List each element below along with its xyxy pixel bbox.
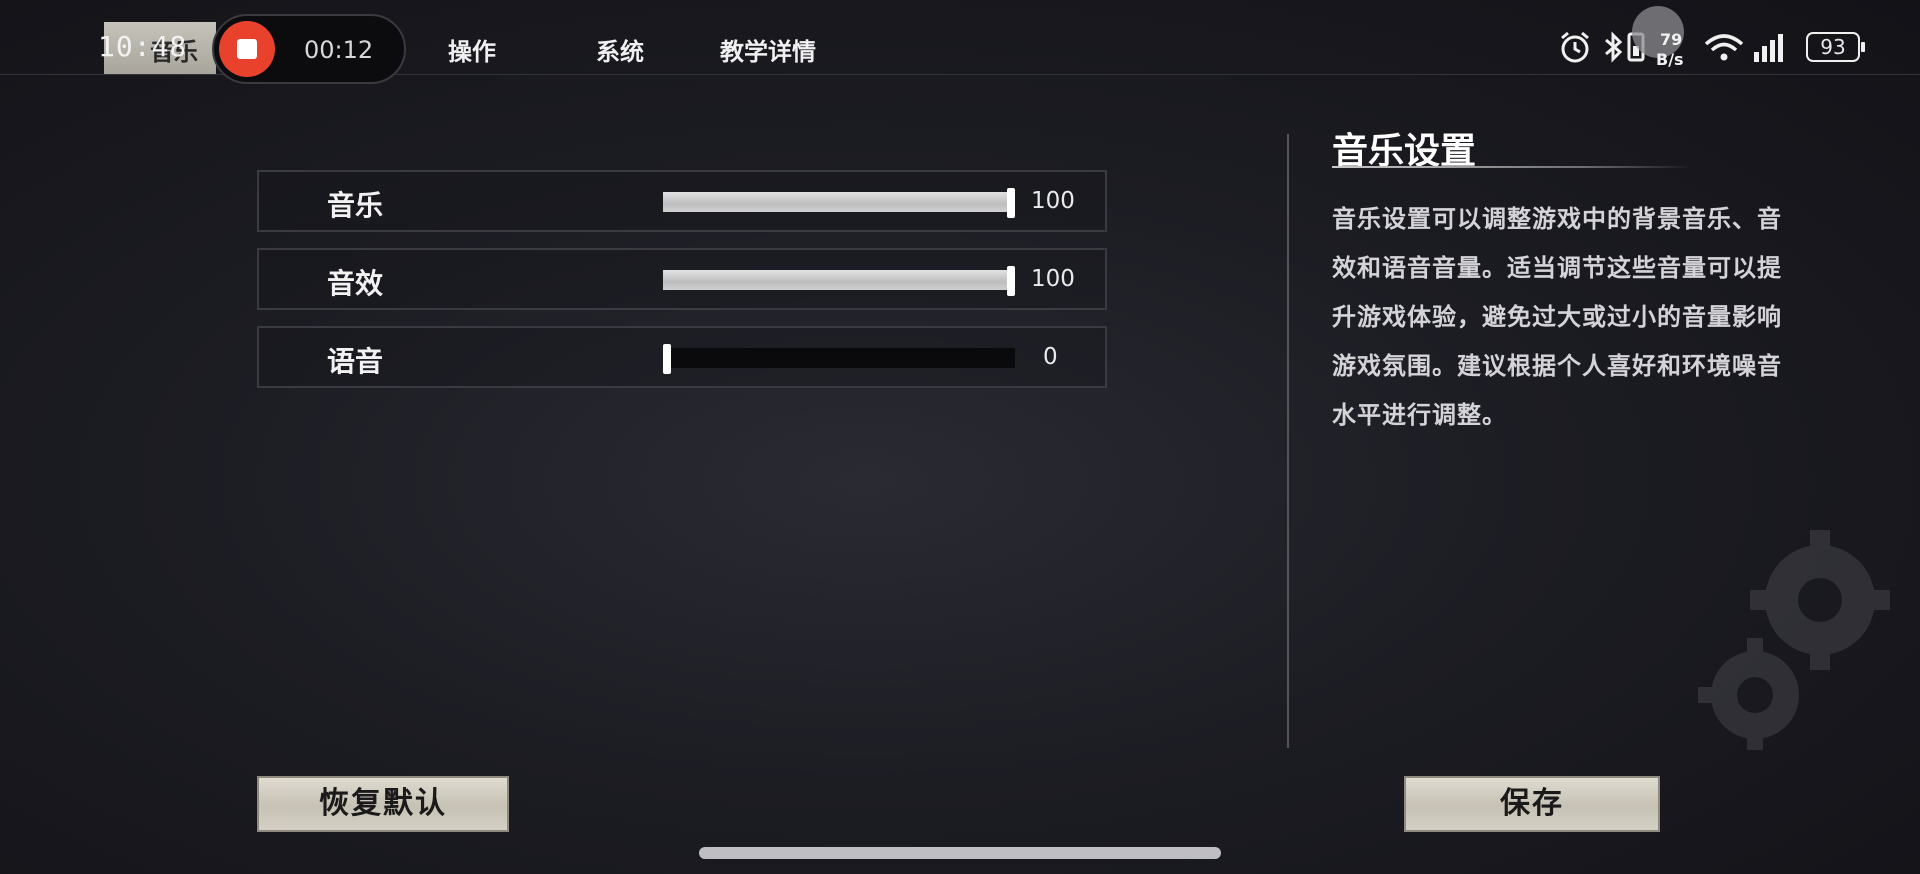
tab-tutorial-details[interactable]: 教学详情: [720, 32, 816, 67]
slider-label-music: 音乐: [327, 189, 384, 222]
gear-icon: [1698, 530, 1890, 750]
battery-icon: 93: [1806, 32, 1865, 62]
tab-system[interactable]: 系统: [596, 32, 644, 67]
net-speed-unit: B/s: [1656, 50, 1684, 69]
slider-value-sound-effects: 100: [1031, 266, 1075, 292]
home-indicator[interactable]: [699, 847, 1221, 859]
wifi-signal-icon: [1704, 34, 1783, 62]
restore-defaults-button[interactable]: 恢复默认: [257, 776, 509, 832]
net-speed-value: 79: [1660, 30, 1683, 49]
slider-row-voice: 语音 0: [257, 326, 1107, 388]
screen-recording-pill[interactable]: 00:12: [212, 14, 406, 84]
title-underline: [1332, 166, 1692, 168]
panel-divider: [1287, 134, 1289, 748]
alarm-icon: [1561, 31, 1589, 63]
stop-recording-icon[interactable]: [219, 21, 275, 77]
battery-level: 93: [1820, 35, 1846, 59]
slider-value-music: 100: [1031, 188, 1075, 214]
music-volume-slider[interactable]: [663, 188, 1015, 218]
slider-thumb[interactable]: [1007, 188, 1015, 218]
voice-volume-slider[interactable]: [663, 344, 1015, 374]
recording-timer: 00:12: [304, 36, 374, 64]
slider-fill: [663, 192, 1015, 212]
slider-fill: [663, 270, 1015, 290]
slider-value-voice: 0: [1043, 344, 1058, 370]
info-panel-description: 音乐设置可以调整游戏中的背景音乐、音效和语音音量。适当调节这些音量可以提升游戏体…: [1332, 204, 1782, 429]
slider-thumb[interactable]: [1007, 266, 1015, 296]
bluetooth-icon: [1605, 31, 1623, 63]
slider-row-music: 音乐 100: [257, 170, 1107, 232]
slider-row-sound-effects: 音效 100: [257, 248, 1107, 310]
save-button[interactable]: 保存: [1404, 776, 1660, 832]
slider-label-sound-effects: 音效: [327, 267, 384, 300]
slider-label-voice: 语音: [327, 345, 384, 378]
clock-time: 10:48: [98, 30, 188, 63]
tab-controls[interactable]: 操作: [448, 32, 496, 67]
sound-effects-volume-slider[interactable]: [663, 266, 1015, 296]
slider-thumb[interactable]: [663, 344, 671, 374]
